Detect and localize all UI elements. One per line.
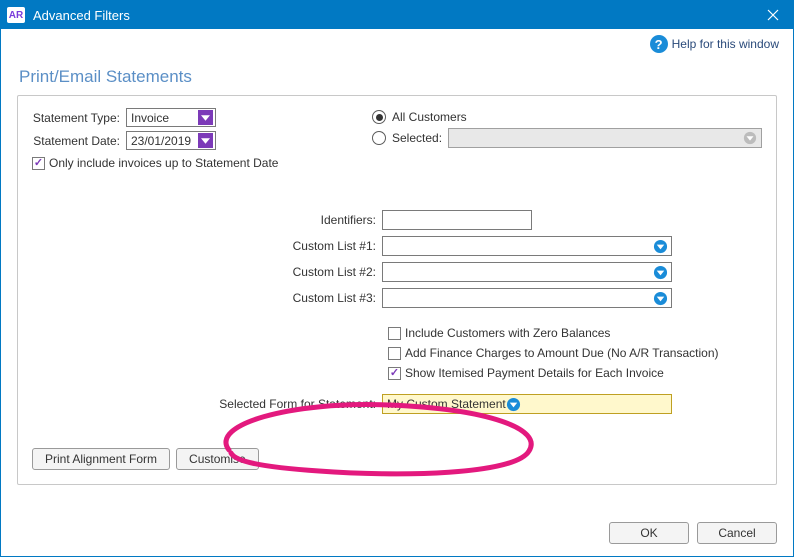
identifiers-label: Identifiers: [32, 213, 382, 227]
statement-type-select[interactable]: Invoice [126, 108, 216, 127]
selected-customers-label: Selected: [392, 131, 442, 145]
chevron-down-icon [652, 290, 668, 306]
selected-form-label: Selected Form for Statement: [32, 397, 382, 411]
close-icon [767, 9, 779, 21]
only-include-checkbox[interactable] [32, 157, 45, 170]
selected-customers-radio[interactable] [372, 131, 386, 145]
close-button[interactable] [753, 1, 793, 29]
statement-type-value: Invoice [131, 111, 198, 125]
chevron-down-icon [742, 130, 758, 146]
custom-list-1-select[interactable] [382, 236, 672, 256]
print-alignment-button[interactable]: Print Alignment Form [32, 448, 170, 470]
filters-panel: Statement Type: Invoice Statement Date: … [17, 95, 777, 485]
finance-charges-label: Add Finance Charges to Amount Due (No A/… [405, 346, 719, 360]
selected-form-value: My Custom Statement [387, 397, 506, 411]
chevron-down-icon [506, 396, 522, 412]
statement-date-field[interactable]: 23/01/2019 [126, 131, 216, 150]
selected-form-select[interactable]: My Custom Statement [382, 394, 672, 414]
cancel-button[interactable]: Cancel [697, 522, 777, 544]
itemised-payment-checkbox[interactable] [388, 367, 401, 380]
statement-type-label: Statement Type: [32, 111, 126, 125]
only-include-label: Only include invoices up to Statement Da… [49, 156, 278, 170]
custom-list-2-label: Custom List #2: [32, 265, 382, 279]
statement-date-value: 23/01/2019 [131, 134, 198, 148]
all-customers-radio[interactable] [372, 110, 386, 124]
selected-customer-field[interactable] [448, 128, 762, 148]
zero-balances-label: Include Customers with Zero Balances [405, 326, 610, 340]
app-badge: AR [7, 7, 25, 23]
chevron-down-icon [198, 133, 213, 148]
chevron-down-icon [198, 110, 213, 125]
custom-list-1-label: Custom List #1: [32, 239, 382, 253]
custom-list-2-select[interactable] [382, 262, 672, 282]
identifiers-input[interactable] [382, 210, 532, 230]
zero-balances-checkbox[interactable] [388, 327, 401, 340]
chevron-down-icon [652, 238, 668, 254]
custom-list-3-select[interactable] [382, 288, 672, 308]
custom-list-3-label: Custom List #3: [32, 291, 382, 305]
chevron-down-icon [652, 264, 668, 280]
finance-charges-checkbox[interactable] [388, 347, 401, 360]
page-title: Print/Email Statements [1, 53, 793, 95]
all-customers-label: All Customers [392, 110, 467, 124]
customise-button[interactable]: Customise [176, 448, 259, 470]
help-text: Help for this window [672, 37, 779, 51]
ok-button[interactable]: OK [609, 522, 689, 544]
help-icon: ? [650, 35, 668, 53]
help-link[interactable]: ? Help for this window [1, 29, 793, 53]
statement-date-label: Statement Date: [32, 134, 126, 148]
itemised-payment-label: Show Itemised Payment Details for Each I… [405, 366, 664, 380]
window-title: Advanced Filters [33, 8, 753, 23]
titlebar: AR Advanced Filters [1, 1, 793, 29]
